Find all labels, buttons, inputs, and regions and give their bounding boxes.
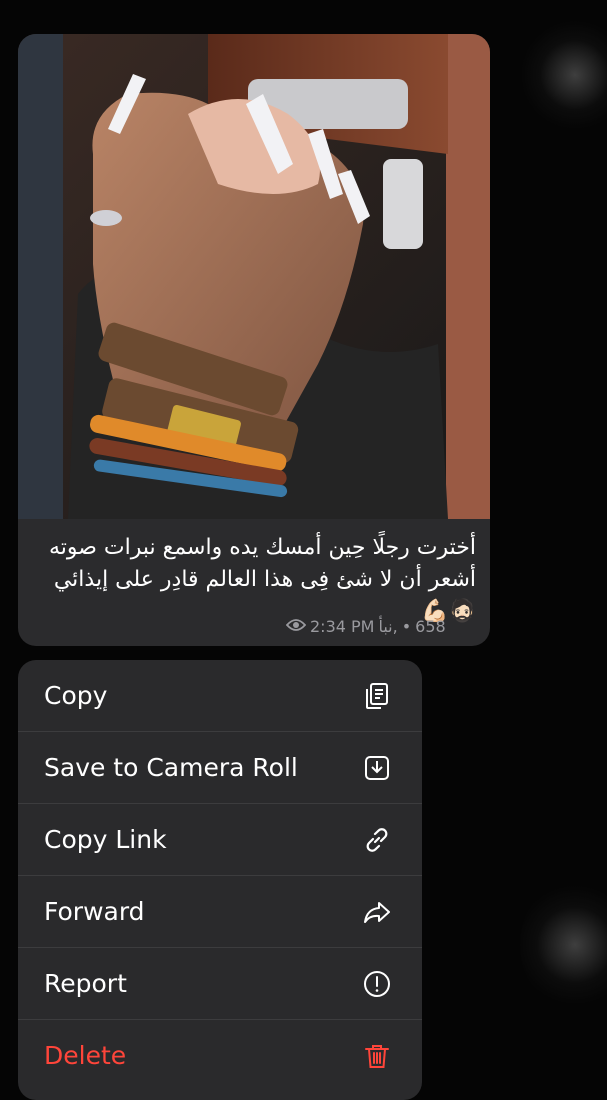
link-icon bbox=[362, 825, 392, 855]
message-bubble[interactable]: أخترت رجلًا حِين أمسك يده واسمع نبرات صو… bbox=[18, 34, 490, 646]
menu-item-report[interactable]: Report bbox=[18, 948, 422, 1020]
menu-item-forward[interactable]: Forward bbox=[18, 876, 422, 948]
message-author: نبأ, bbox=[378, 617, 398, 636]
message-photo[interactable] bbox=[18, 34, 490, 519]
menu-item-label: Copy Link bbox=[44, 825, 167, 854]
forward-arrow-icon bbox=[362, 897, 392, 927]
photo-hands-illustration bbox=[18, 34, 490, 519]
copy-icon bbox=[362, 681, 392, 711]
exclamation-circle-icon bbox=[362, 969, 392, 999]
menu-item-label: Copy bbox=[44, 681, 108, 710]
menu-item-label: Forward bbox=[44, 897, 145, 926]
background-blur-spot bbox=[520, 20, 607, 130]
background-blur-spot bbox=[520, 880, 607, 1010]
message-caption: أخترت رجلًا حِين أمسك يده واسمع نبرات صو… bbox=[48, 535, 476, 624]
menu-item-delete[interactable]: Delete bbox=[18, 1020, 422, 1091]
message-meta: 2:34 PM نبأ, • 658 bbox=[285, 616, 476, 638]
menu-item-label: Delete bbox=[44, 1041, 127, 1070]
trash-icon bbox=[362, 1041, 392, 1071]
menu-item-label: Report bbox=[44, 969, 127, 998]
view-count: 658 bbox=[415, 617, 446, 636]
download-icon bbox=[362, 753, 392, 783]
menu-item-copy-link[interactable]: Copy Link bbox=[18, 804, 422, 876]
menu-item-label: Save to Camera Roll bbox=[44, 753, 298, 782]
eye-icon bbox=[285, 616, 307, 638]
meta-separator: • bbox=[401, 617, 412, 636]
menu-item-save-to-camera-roll[interactable]: Save to Camera Roll bbox=[18, 732, 422, 804]
context-menu: Copy Save to Camera Roll Copy Link Forwa… bbox=[18, 660, 422, 1100]
message-time: 2:34 PM bbox=[310, 617, 375, 636]
menu-item-copy[interactable]: Copy bbox=[18, 660, 422, 732]
